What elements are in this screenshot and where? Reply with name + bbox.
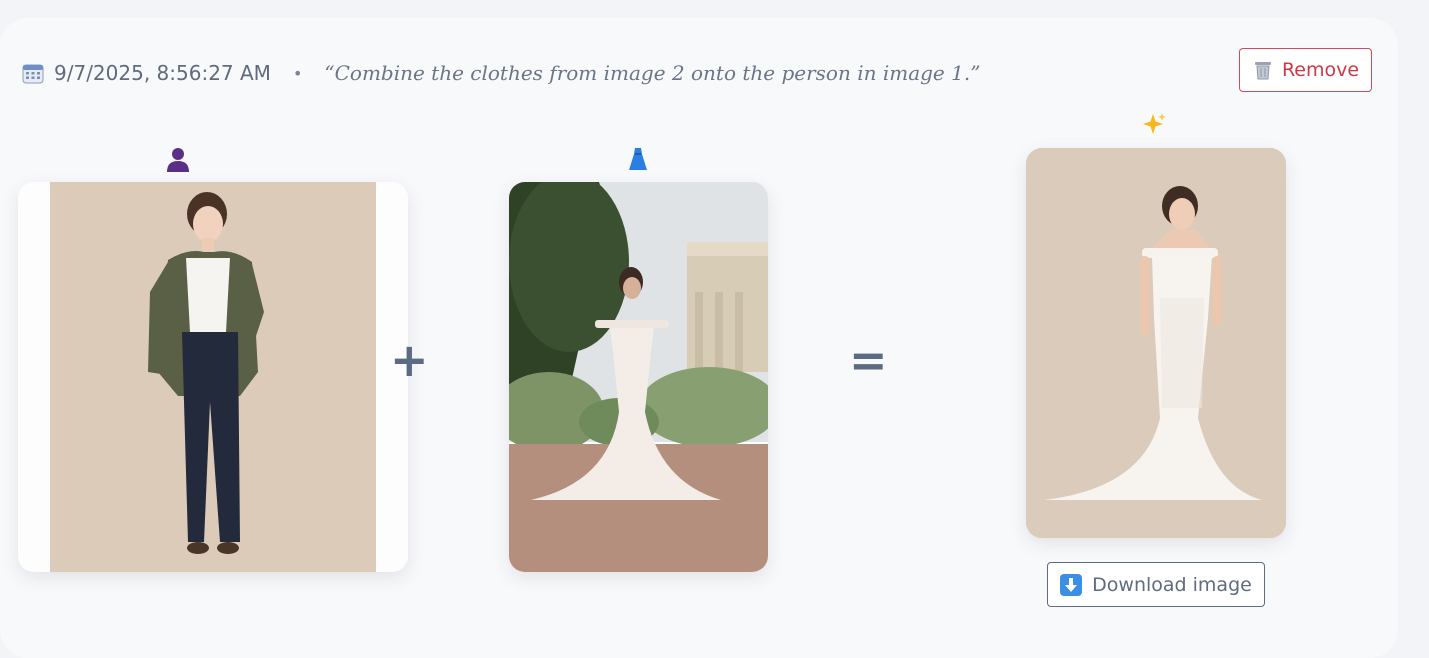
download-arrow-icon: [1060, 573, 1083, 596]
person-photo: [18, 182, 408, 572]
entry-meta: 9/7/2025, 8:56:27 AM • “Combine the clot…: [22, 58, 980, 88]
entry-timestamp: 9/7/2025, 8:56:27 AM: [54, 61, 271, 85]
equals-operator: =: [849, 333, 888, 387]
entry-prompt: “Combine the clothes from image 2 onto t…: [324, 61, 981, 85]
calendar-icon: [22, 64, 44, 84]
result-image[interactable]: [1026, 148, 1286, 538]
person-silhouette-icon: [167, 148, 189, 172]
input-image-dress[interactable]: [509, 182, 768, 572]
download-image-button[interactable]: Download image: [1047, 562, 1265, 607]
download-button-label: Download image: [1092, 573, 1252, 596]
dress-photo: [509, 182, 768, 572]
result-photo: [1026, 148, 1286, 538]
input-image-person[interactable]: [18, 182, 408, 572]
meta-separator: •: [292, 63, 303, 83]
sparkles-icon: [1143, 113, 1166, 134]
plus-operator: +: [390, 333, 429, 387]
remove-button-label: Remove: [1281, 59, 1360, 81]
remove-button[interactable]: Remove: [1239, 48, 1372, 92]
trash-icon: [1254, 62, 1271, 80]
dress-icon: [629, 148, 647, 170]
